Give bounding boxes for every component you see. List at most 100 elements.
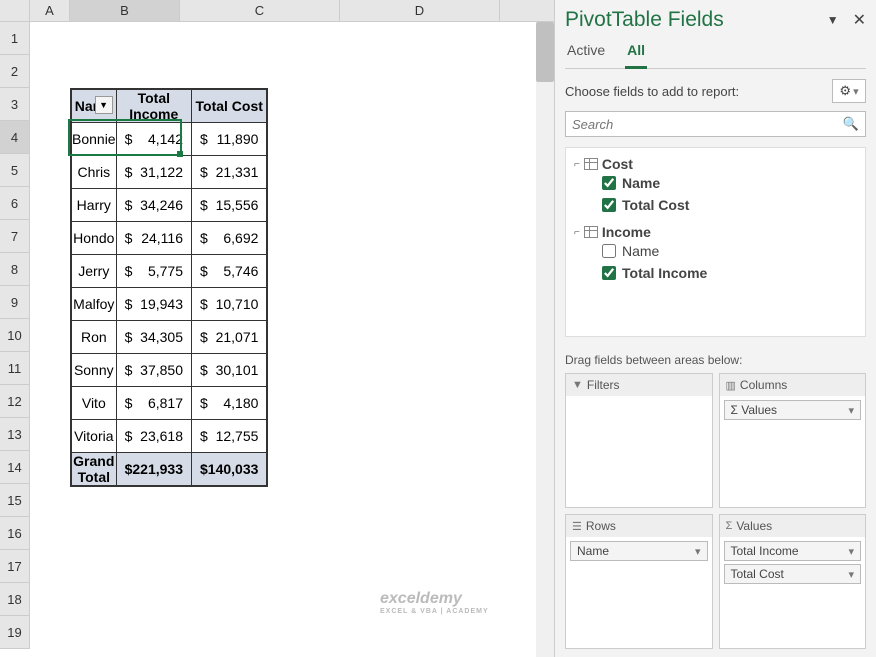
- row-header-11[interactable]: 11: [0, 352, 30, 385]
- row-header-14[interactable]: 14: [0, 451, 30, 484]
- row-header-12[interactable]: 12: [0, 385, 30, 418]
- cell-cost[interactable]: $4,180: [192, 387, 267, 420]
- rows-area[interactable]: ☰Rows Name▾: [565, 514, 713, 649]
- cell-name[interactable]: Vito: [72, 387, 117, 420]
- cell-cost[interactable]: $12,755: [192, 420, 267, 453]
- table-header[interactable]: ⌐ Income: [574, 224, 857, 240]
- table-row[interactable]: Bonnie$4,142$11,890: [72, 123, 267, 156]
- field-checkbox[interactable]: [602, 198, 616, 212]
- cell-name[interactable]: Hondo: [72, 222, 117, 255]
- cell-income[interactable]: $34,305: [116, 321, 191, 354]
- chevron-down-icon[interactable]: ▼: [827, 13, 839, 27]
- col-header-A[interactable]: A: [30, 0, 70, 21]
- search-input[interactable]: [572, 117, 843, 132]
- chevron-down-icon[interactable]: ▾: [695, 545, 701, 558]
- row-header-9[interactable]: 9: [0, 286, 30, 319]
- cell-cost[interactable]: $5,746: [192, 255, 267, 288]
- table-row[interactable]: Hondo$24,116$6,692: [72, 222, 267, 255]
- collapse-icon[interactable]: ⌐: [574, 227, 580, 238]
- row-header-16[interactable]: 16: [0, 517, 30, 550]
- cell-income[interactable]: $4,142: [116, 123, 191, 156]
- values-area[interactable]: ΣValues Total Income▾Total Cost▾: [719, 514, 867, 649]
- grand-total-row[interactable]: Grand Total$221,933$140,033: [72, 453, 267, 486]
- tools-button[interactable]: ⚙▾: [832, 79, 866, 103]
- filter-dropdown-icon[interactable]: ▼: [95, 96, 113, 114]
- cell-cost[interactable]: $30,101: [192, 354, 267, 387]
- table-row[interactable]: Jerry$5,775$5,746: [72, 255, 267, 288]
- row-header-7[interactable]: 7: [0, 220, 30, 253]
- tab-all[interactable]: All: [625, 38, 647, 69]
- cell-income[interactable]: $31,122: [116, 156, 191, 189]
- row-header-3[interactable]: 3: [0, 88, 30, 121]
- cell-income[interactable]: $5,775: [116, 255, 191, 288]
- row-header-5[interactable]: 5: [0, 154, 30, 187]
- table-row[interactable]: Malfoy$19,943$10,710: [72, 288, 267, 321]
- cell-income[interactable]: $37,850: [116, 354, 191, 387]
- field-list[interactable]: ⌐ Cost Name Total Cost ⌐ Income Name Tota…: [565, 147, 866, 337]
- cell-name[interactable]: Sonny: [72, 354, 117, 387]
- table-row[interactable]: Vito$6,817$4,180: [72, 387, 267, 420]
- field-checkbox[interactable]: [602, 176, 616, 190]
- cell-cost[interactable]: $6,692: [192, 222, 267, 255]
- cell-cost[interactable]: $10,710: [192, 288, 267, 321]
- field-item[interactable]: Name: [574, 240, 857, 262]
- cell-name[interactable]: Ron: [72, 321, 117, 354]
- field-item[interactable]: Total Income: [574, 262, 857, 284]
- row-header-17[interactable]: 17: [0, 550, 30, 583]
- cell-cost[interactable]: $21,071: [192, 321, 267, 354]
- field-checkbox[interactable]: [602, 266, 616, 280]
- cell-cost[interactable]: $21,331: [192, 156, 267, 189]
- vertical-scrollbar[interactable]: ▲: [536, 22, 554, 657]
- columns-area[interactable]: ▥Columns Σ Values▾: [719, 373, 867, 508]
- row-header-10[interactable]: 10: [0, 319, 30, 352]
- cell-income[interactable]: $6,817: [116, 387, 191, 420]
- col-header-C[interactable]: C: [180, 0, 340, 21]
- chevron-down-icon[interactable]: ▾: [848, 545, 854, 558]
- cell-name[interactable]: Malfoy: [72, 288, 117, 321]
- row-header-19[interactable]: 19: [0, 616, 30, 649]
- search-box[interactable]: 🔍: [565, 111, 866, 137]
- field-checkbox[interactable]: [602, 244, 616, 258]
- area-pill[interactable]: Total Cost▾: [724, 564, 862, 584]
- row-header-1[interactable]: 1: [0, 22, 30, 55]
- col-header-B[interactable]: B: [70, 0, 180, 21]
- header-name[interactable]: Name▼: [72, 90, 117, 123]
- cell-name[interactable]: Vitoria: [72, 420, 117, 453]
- row-header-4[interactable]: 4: [0, 121, 30, 154]
- field-item[interactable]: Total Cost: [574, 194, 857, 216]
- tab-active[interactable]: Active: [565, 38, 607, 68]
- row-header-2[interactable]: 2: [0, 55, 30, 88]
- row-header-6[interactable]: 6: [0, 187, 30, 220]
- table-row[interactable]: Sonny$37,850$30,101: [72, 354, 267, 387]
- cell-cost[interactable]: $15,556: [192, 189, 267, 222]
- cell-name[interactable]: Jerry: [72, 255, 117, 288]
- cell-income[interactable]: $23,618: [116, 420, 191, 453]
- close-icon[interactable]: ✕: [853, 10, 866, 30]
- chevron-down-icon[interactable]: ▾: [848, 404, 854, 417]
- cell-income[interactable]: $19,943: [116, 288, 191, 321]
- field-item[interactable]: Name: [574, 172, 857, 194]
- table-row[interactable]: Harry$34,246$15,556: [72, 189, 267, 222]
- area-pill[interactable]: Σ Values▾: [724, 400, 862, 420]
- row-header-13[interactable]: 13: [0, 418, 30, 451]
- cell-cost[interactable]: $11,890: [192, 123, 267, 156]
- cell-name[interactable]: Chris: [72, 156, 117, 189]
- cell-income[interactable]: $34,246: [116, 189, 191, 222]
- row-header-8[interactable]: 8: [0, 253, 30, 286]
- table-row[interactable]: Chris$31,122$21,331: [72, 156, 267, 189]
- row-header-18[interactable]: 18: [0, 583, 30, 616]
- select-all-corner[interactable]: [0, 0, 30, 21]
- cell-name[interactable]: Bonnie: [72, 123, 117, 156]
- col-header-D[interactable]: D: [340, 0, 500, 21]
- area-pill[interactable]: Total Income▾: [724, 541, 862, 561]
- row-header-15[interactable]: 15: [0, 484, 30, 517]
- cell-income[interactable]: $24,116: [116, 222, 191, 255]
- filters-area[interactable]: ▼Filters: [565, 373, 713, 508]
- chevron-down-icon[interactable]: ▾: [848, 568, 854, 581]
- cell-name[interactable]: Harry: [72, 189, 117, 222]
- area-pill[interactable]: Name▾: [570, 541, 708, 561]
- table-row[interactable]: Ron$34,305$21,071: [72, 321, 267, 354]
- scroll-thumb[interactable]: [536, 22, 554, 82]
- table-header[interactable]: ⌐ Cost: [574, 156, 857, 172]
- collapse-icon[interactable]: ⌐: [574, 159, 580, 170]
